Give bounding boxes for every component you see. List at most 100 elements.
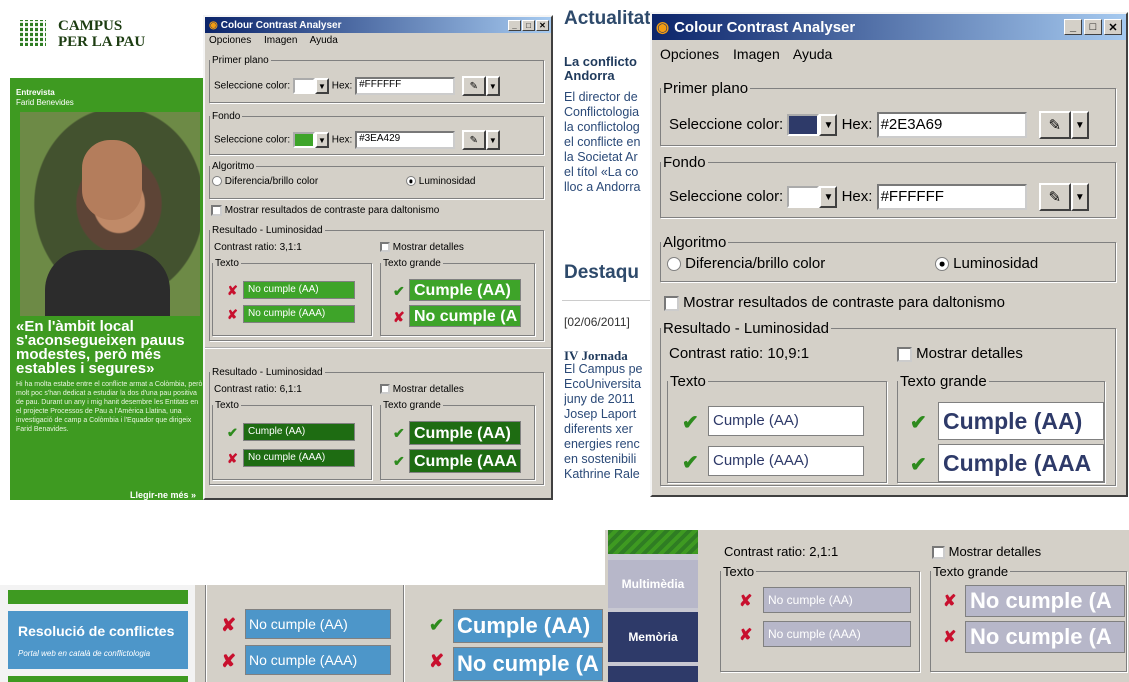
result-aa: No cumple (AA) bbox=[243, 281, 355, 299]
result-large-aa: Cumple (AA) bbox=[409, 421, 521, 445]
eyedropper-dropdown[interactable]: ▼ bbox=[485, 130, 500, 150]
bg-dropdown-button[interactable]: ▼ bbox=[314, 132, 329, 148]
bg-dropdown-button[interactable]: ▼ bbox=[819, 186, 838, 208]
eyedropper-icon[interactable]: ✎ bbox=[461, 76, 486, 96]
bg-hex-input[interactable]: #3EA429 bbox=[355, 131, 456, 149]
result-large-aaa: No cumple (A bbox=[453, 647, 603, 681]
result-aa: Cumple (AA) bbox=[243, 423, 355, 441]
news-line: la Societat Ar bbox=[564, 150, 638, 164]
contrast-ratio-1: Contrast ratio: 3,1:1 bbox=[214, 242, 302, 253]
large-text-group: Texto grande ✘ No cumple (A ✘ No cumple … bbox=[930, 564, 1127, 672]
small-titlebar[interactable]: ◉ Colour Contrast Analyser _ □ ✕ bbox=[205, 17, 551, 33]
bg-swatch[interactable] bbox=[292, 132, 315, 148]
maximize-button[interactable]: □ bbox=[522, 19, 535, 31]
eyedropper-icon[interactable]: ✎ bbox=[1038, 111, 1071, 139]
menu-imagen[interactable]: Imagen bbox=[733, 46, 780, 62]
section-actualitat: Actualitat bbox=[564, 8, 651, 29]
side-nav: Multimèdia Memòria bbox=[608, 530, 698, 682]
news-line: El director de bbox=[564, 90, 638, 104]
minimize-button[interactable]: _ bbox=[508, 19, 521, 31]
text-legend: Texto bbox=[215, 400, 239, 411]
news-date: [02/06/2011] bbox=[564, 315, 630, 329]
pass-icon: ✔ bbox=[429, 615, 445, 635]
fail-icon: ✘ bbox=[943, 593, 957, 610]
pass-icon: ✔ bbox=[682, 452, 699, 474]
menu-opciones[interactable]: Opciones bbox=[660, 46, 719, 62]
conflict-resolution-card[interactable]: Resolució de conflictes Portal web en ca… bbox=[8, 611, 188, 669]
algo-radio-luminosity[interactable] bbox=[406, 176, 416, 187]
pass-icon: ✔ bbox=[682, 412, 699, 434]
result-large-aa: No cumple (A bbox=[965, 585, 1125, 617]
details-label: Mostrar detalles bbox=[948, 544, 1042, 559]
fg-dropdown-button[interactable]: ▼ bbox=[819, 114, 838, 136]
details-checkbox[interactable] bbox=[897, 346, 912, 362]
nav-item-next[interactable] bbox=[608, 666, 698, 682]
menu-ayuda[interactable]: Ayuda bbox=[793, 46, 832, 62]
result-legend: Resultado - Luminosidad bbox=[212, 225, 323, 236]
fg-hex-input[interactable]: #FFFFFF bbox=[355, 77, 456, 95]
details-checkbox[interactable] bbox=[380, 242, 390, 253]
algo-radio-brightness[interactable] bbox=[212, 176, 222, 187]
app-icon: ◉ bbox=[656, 19, 670, 36]
fg-dropdown-button[interactable]: ▼ bbox=[314, 78, 329, 94]
interview-quote: «En l'àmbit local s'aconsegueixen pauus … bbox=[16, 318, 185, 377]
card-title: Resolució de conflictes bbox=[18, 623, 175, 639]
details-checkbox[interactable] bbox=[380, 384, 390, 395]
bg-group: Fondo Seleccione color: ▼ Hex: #3EA429 ✎… bbox=[209, 111, 544, 155]
result-legend: Resultado - Luminosidad bbox=[663, 320, 829, 337]
site-logo-text[interactable]: CAMPUS PER LA PAU bbox=[58, 18, 145, 50]
read-more-link[interactable]: Llegir-ne més » bbox=[130, 490, 196, 500]
eyedropper-icon[interactable]: ✎ bbox=[1038, 183, 1071, 211]
interview-photo-face bbox=[82, 140, 142, 220]
algo-radio-brightness[interactable] bbox=[667, 257, 681, 272]
bg-legend: Fondo bbox=[212, 111, 241, 122]
large-legend: Texto grande bbox=[933, 564, 1009, 579]
hex-label: Hex: bbox=[331, 134, 353, 146]
maximize-button[interactable]: □ bbox=[1084, 19, 1102, 35]
daltonism-checkbox[interactable] bbox=[664, 295, 679, 311]
close-button[interactable]: ✕ bbox=[536, 19, 549, 31]
nav-multimedia[interactable]: Multimèdia bbox=[608, 560, 698, 608]
nav-stripe bbox=[608, 530, 698, 554]
menu-opciones[interactable]: Opciones bbox=[209, 35, 251, 46]
details-checkbox[interactable] bbox=[932, 546, 945, 560]
algo-radio-luminosity[interactable] bbox=[935, 257, 949, 272]
large-text-group: Texto grande ✔ Cumple (AA) ✔ Cumple (AAA bbox=[897, 373, 1105, 483]
nav-memoria[interactable]: Memòria bbox=[608, 612, 698, 662]
eyedropper-dropdown[interactable]: ▼ bbox=[485, 76, 500, 96]
interview-name: Farid Benevides bbox=[16, 98, 74, 107]
fg-swatch[interactable] bbox=[787, 114, 820, 136]
select-color-label: Seleccione color: bbox=[214, 80, 291, 92]
news-line: el conflicte en bbox=[564, 135, 641, 149]
news-line: energies renc bbox=[564, 437, 640, 451]
eyedropper-dropdown[interactable]: ▼ bbox=[1070, 183, 1089, 211]
site-logo-icon[interactable] bbox=[20, 20, 46, 46]
bg-hex-input[interactable]: #FFFFFF bbox=[876, 184, 1027, 210]
menu-imagen[interactable]: Imagen bbox=[264, 35, 297, 46]
menu-ayuda[interactable]: Ayuda bbox=[310, 35, 338, 46]
result-legend: Resultado - Luminosidad bbox=[212, 367, 323, 378]
hex-label: Hex: bbox=[841, 187, 873, 205]
daltonism-checkbox[interactable] bbox=[211, 205, 222, 216]
details-label: Mostrar detalles bbox=[392, 242, 464, 253]
fg-hex-input[interactable]: #2E3A69 bbox=[876, 112, 1027, 138]
big-titlebar[interactable]: ◉ Colour Contrast Analyser _ □ ✕ bbox=[652, 14, 1126, 40]
green-tab-2[interactable] bbox=[8, 676, 188, 682]
green-tab[interactable] bbox=[8, 590, 188, 604]
close-button[interactable]: ✕ bbox=[1104, 19, 1122, 35]
small-title: Colour Contrast Analyser bbox=[220, 19, 342, 31]
minimize-button[interactable]: _ bbox=[1064, 19, 1082, 35]
algo-group: Algoritmo Diferencia/brillo color Lumino… bbox=[209, 161, 544, 199]
eyedropper-dropdown[interactable]: ▼ bbox=[1070, 111, 1089, 139]
pass-icon: ✔ bbox=[910, 412, 927, 434]
bg-group: Fondo Seleccione color: ▼ Hex: #FFFFFF ✎… bbox=[660, 154, 1116, 218]
fg-swatch[interactable] bbox=[292, 78, 315, 94]
text-legend: Texto bbox=[670, 373, 706, 390]
news-title-1[interactable]: La conflicto Andorra bbox=[564, 55, 652, 83]
fail-icon: ✘ bbox=[221, 615, 237, 635]
bg-swatch[interactable] bbox=[787, 186, 820, 208]
eyedropper-icon[interactable]: ✎ bbox=[461, 130, 486, 150]
select-color-label: Seleccione color: bbox=[214, 134, 291, 146]
fail-icon: ✘ bbox=[221, 651, 237, 671]
contrast-ratio: Contrast ratio: 10,9:1 bbox=[669, 345, 810, 362]
